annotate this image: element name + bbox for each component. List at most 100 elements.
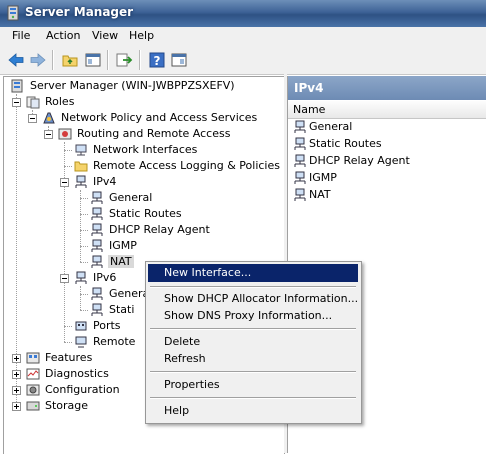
- network-icon: [91, 255, 103, 268]
- tree-label: Features: [45, 351, 93, 364]
- tree-node-features[interactable]: Features: [12, 350, 132, 366]
- menu-help[interactable]: Help: [129, 29, 154, 42]
- tree-line: [80, 294, 88, 295]
- list-item[interactable]: IGMP: [293, 170, 483, 186]
- menu-item-label: Show DNS Proxy Information...: [164, 309, 333, 322]
- column-header-label: Name: [293, 103, 326, 116]
- tree-line: [80, 190, 81, 262]
- tree-node-server-manager[interactable]: Server Manager (WIN-JWBPPZSXEFV): [8, 78, 278, 94]
- ports-icon: [75, 321, 87, 331]
- list-item[interactable]: DHCP Relay Agent: [293, 153, 483, 169]
- menu-item-delete[interactable]: Delete: [148, 333, 358, 351]
- server-icon: [11, 79, 23, 93]
- expand-toggle[interactable]: [12, 370, 21, 379]
- tree-label: Storage: [45, 399, 89, 412]
- routing-icon: [58, 128, 72, 140]
- tree-node-rras[interactable]: Routing and Remote Access: [44, 126, 279, 142]
- tree-node-network-interfaces[interactable]: Network Interfaces: [64, 142, 272, 158]
- tree-node-storage[interactable]: Storage: [12, 398, 132, 414]
- tree-node-igmp[interactable]: IGMP: [80, 238, 168, 254]
- network-icon: [294, 120, 306, 133]
- tree-node-ipv6-static[interactable]: Stati: [80, 302, 144, 318]
- tree-label: IPv4: [93, 175, 117, 188]
- tree-line: [80, 310, 88, 311]
- tree-node-nat[interactable]: NAT: [80, 254, 148, 270]
- tree-label: Network Interfaces: [93, 143, 198, 156]
- collapse-toggle[interactable]: [60, 274, 69, 283]
- menu-file[interactable]: File: [12, 29, 30, 42]
- tree-node-configuration[interactable]: Configuration: [12, 382, 142, 398]
- tree-line: [80, 262, 88, 263]
- menu-view[interactable]: View: [92, 29, 118, 42]
- menu-item-properties[interactable]: Properties: [148, 376, 358, 394]
- collapse-toggle[interactable]: [44, 130, 53, 139]
- tree-node-remote-access-clients[interactable]: Remote: [64, 334, 144, 350]
- show-hide-tree-icon[interactable]: [84, 51, 102, 69]
- tree-label: Server Manager (WIN-JWBPPZSXEFV): [30, 79, 235, 92]
- forward-icon[interactable]: [29, 51, 47, 69]
- results-title: IPv4: [294, 81, 324, 95]
- network-icon: [91, 287, 103, 300]
- features-icon: [26, 352, 40, 364]
- tree-line: [80, 230, 88, 231]
- network-icon: [294, 188, 306, 201]
- menu-item-label: Show DHCP Allocator Information...: [164, 292, 359, 305]
- menu-bar: File Action View Help: [0, 27, 486, 46]
- tree-line: [64, 150, 72, 151]
- list-item[interactable]: Static Routes: [293, 136, 483, 152]
- list-item-label: IGMP: [309, 171, 337, 184]
- expand-toggle[interactable]: [12, 402, 21, 411]
- network-icon: [75, 271, 87, 284]
- expand-toggle[interactable]: [12, 386, 21, 395]
- roles-icon: [26, 96, 40, 109]
- back-icon[interactable]: [7, 51, 25, 69]
- tree-node-ipv4[interactable]: IPv4: [60, 174, 160, 190]
- remote-clients-icon: [75, 336, 87, 348]
- list-item[interactable]: General: [293, 119, 483, 135]
- export-icon[interactable]: [115, 51, 133, 69]
- tree-node-roles[interactable]: Roles: [12, 94, 212, 110]
- context-menu: New Interface... Show DHCP Allocator Inf…: [145, 261, 362, 424]
- tree-node-ports[interactable]: Ports: [64, 318, 142, 334]
- expand-toggle[interactable]: [12, 354, 21, 363]
- help-icon[interactable]: ?: [148, 51, 166, 69]
- menu-separator: [150, 286, 356, 288]
- tree-line: [80, 214, 88, 215]
- menu-item-help[interactable]: Help: [148, 402, 358, 420]
- tree-node-remote-access-logging[interactable]: Remote Access Logging & Policies: [64, 158, 282, 174]
- properties-icon[interactable]: [170, 51, 188, 69]
- collapse-toggle[interactable]: [12, 98, 21, 107]
- menu-item-show-dhcp-allocator[interactable]: Show DHCP Allocator Information...: [148, 290, 358, 308]
- npas-icon: [43, 112, 55, 124]
- tree-label: General: [109, 191, 153, 204]
- menu-item-label: Refresh: [164, 352, 206, 365]
- list-item[interactable]: NAT: [293, 187, 483, 203]
- toolbar-separator: [107, 50, 109, 70]
- list-item-label: General: [309, 120, 353, 133]
- menu-item-show-dns-proxy[interactable]: Show DNS Proxy Information...: [148, 307, 358, 325]
- menu-action[interactable]: Action: [46, 29, 80, 42]
- tree-node-static-routes[interactable]: Static Routes: [80, 206, 208, 222]
- menu-item-new-interface[interactable]: New Interface...: [148, 264, 358, 282]
- tree-line: [80, 286, 81, 310]
- collapse-toggle[interactable]: [28, 114, 37, 123]
- network-icon: [91, 223, 103, 236]
- tree-label: Configuration: [45, 383, 120, 396]
- network-icon: [91, 191, 103, 204]
- up-folder-icon[interactable]: [61, 51, 79, 69]
- column-header-name[interactable]: Name: [288, 101, 486, 119]
- title-bar: Server Manager: [0, 0, 486, 28]
- tree-node-ipv6-general[interactable]: Genera: [80, 286, 149, 302]
- toolbar: ?: [0, 46, 486, 75]
- collapse-toggle[interactable]: [60, 178, 69, 187]
- tree-label: Remote Access Logging & Policies: [93, 159, 280, 172]
- tree-line: [64, 142, 65, 342]
- tree-node-dhcp-relay[interactable]: DHCP Relay Agent: [80, 222, 228, 238]
- tree-label: IPv6: [93, 271, 117, 284]
- menu-item-refresh[interactable]: Refresh: [148, 350, 358, 368]
- tree-node-npas[interactable]: Network Policy and Access Services: [28, 110, 278, 126]
- tree-node-general[interactable]: General: [80, 190, 188, 206]
- diagnostics-icon: [26, 368, 40, 380]
- toolbar-separator: [52, 50, 54, 70]
- tree-node-diagnostics[interactable]: Diagnostics: [12, 366, 132, 382]
